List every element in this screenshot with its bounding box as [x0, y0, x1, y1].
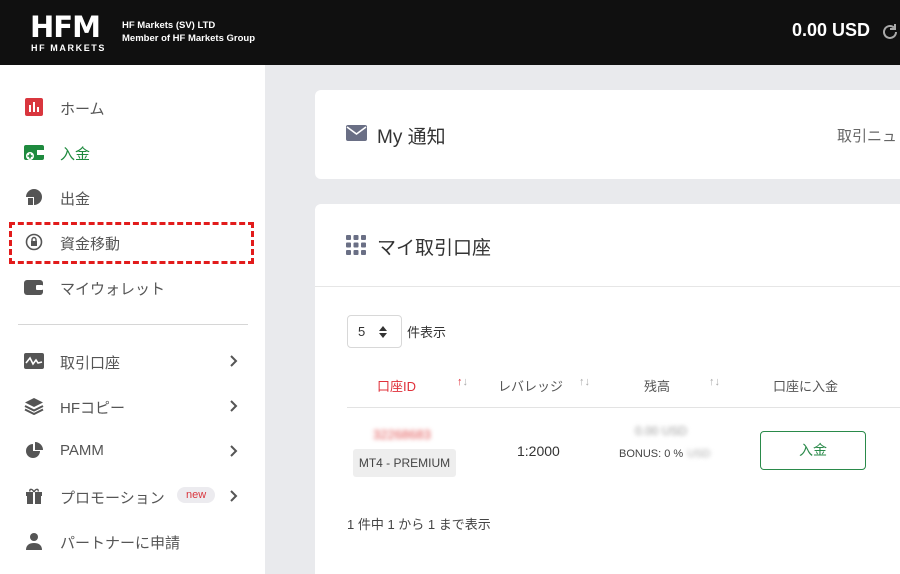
- chevron-right-icon: [230, 445, 238, 457]
- chevron-right-icon: [230, 490, 238, 502]
- account-id[interactable]: 32268683: [373, 427, 431, 442]
- layers-icon: [23, 396, 45, 416]
- sidebar-item-promotions[interactable]: プロモーション new: [0, 476, 265, 516]
- sidebar-item-partner[interactable]: パートナーに申請: [0, 521, 265, 561]
- sidebar-item-withdraw[interactable]: 出金: [0, 177, 265, 217]
- column-balance[interactable]: 残高: [644, 376, 670, 395]
- sidebar-item-label: 入金: [60, 146, 91, 163]
- sidebar-item-hfcopy[interactable]: HFコピー: [0, 386, 265, 426]
- sidebar-item-deposit[interactable]: 入金: [0, 132, 265, 172]
- refresh-icon[interactable]: [880, 22, 900, 42]
- wallet-icon: [23, 277, 45, 297]
- bonus-currency: USD: [687, 448, 711, 460]
- sidebar-item-label: ホーム: [60, 101, 105, 118]
- company-group: Member of HF Markets Group: [122, 33, 256, 44]
- sidebar-item-label: PAMM: [60, 442, 104, 459]
- sidebar-item-label: マイウォレット: [60, 281, 166, 298]
- table-divider: [347, 407, 900, 408]
- per-page-select[interactable]: 5: [347, 315, 402, 348]
- pie-icon: [23, 441, 45, 461]
- card-divider: [315, 286, 900, 287]
- sort-arrows-icon: [379, 326, 387, 338]
- pulse-icon: [23, 351, 45, 371]
- notifications-title: My 通知: [377, 127, 446, 148]
- sidebar-item-label: 取引口座: [60, 355, 121, 372]
- sort-icon[interactable]: ↑↓: [579, 376, 590, 388]
- sidebar: ホーム 入金 出金 資金移動 マイウォレット 取引口座 HFコピー PAMM プ…: [0, 65, 265, 574]
- account-type-badge: MT4 - PREMIUM: [353, 449, 456, 477]
- company-name: HF Markets (SV) LTD: [122, 20, 216, 31]
- deposit-button[interactable]: 入金: [760, 431, 866, 470]
- logo-text: HFM: [30, 10, 101, 44]
- gift-icon: [23, 486, 45, 506]
- sidebar-divider: [18, 324, 248, 325]
- account-balance: 0.00 USD: [792, 20, 871, 40]
- grid-icon: [346, 235, 366, 255]
- sidebar-item-label: パートナーに申請: [60, 535, 181, 552]
- accounts-title: マイ取引口座: [377, 238, 492, 259]
- column-deposit: 口座に入金: [773, 379, 839, 394]
- leverage-value: 1:2000: [517, 443, 560, 459]
- chevron-right-icon: [230, 400, 238, 412]
- per-page-value: 5: [358, 324, 366, 339]
- envelope-icon: [346, 125, 367, 141]
- bonus-info: BONUS: 0 % USD: [619, 448, 710, 460]
- company-info: HF Markets (SV) LTD Member of HF Markets…: [122, 19, 255, 45]
- user-icon: [23, 531, 45, 551]
- sidebar-item-label: HFコピー: [60, 400, 125, 417]
- wallet-out-icon: [23, 187, 45, 207]
- trading-accounts-card: マイ取引口座 5 件表示 口座ID ↑↓ レバレッジ ↑↓ 残高 ↑↓ 口座に入…: [315, 204, 900, 574]
- trading-news-link[interactable]: 取引ニュ: [837, 125, 897, 146]
- bonus-label: BONUS: 0 %: [619, 448, 684, 460]
- sidebar-item-trading-accounts[interactable]: 取引口座: [0, 341, 265, 381]
- wallet-plus-icon: [23, 142, 45, 162]
- balance-value: 0.00 USD: [635, 424, 688, 438]
- sidebar-item-label: プロモーション: [60, 490, 165, 507]
- column-leverage[interactable]: レバレッジ: [498, 376, 563, 395]
- top-bar: HFM HF MARKETS HF Markets (SV) LTD Membe…: [0, 0, 900, 65]
- notifications-card: My 通知 取引ニュ: [315, 90, 900, 179]
- sidebar-item-my-wallet[interactable]: マイウォレット: [0, 267, 265, 307]
- chevron-right-icon: [230, 355, 238, 367]
- sidebar-item-home[interactable]: ホーム: [0, 87, 265, 127]
- new-badge: new: [177, 487, 216, 503]
- hfm-logo[interactable]: HFM HF MARKETS: [30, 12, 112, 54]
- sort-icon[interactable]: ↑↓: [457, 376, 468, 388]
- sort-icon[interactable]: ↑↓: [709, 376, 720, 388]
- per-page-label: 件表示: [407, 325, 447, 340]
- chart-bar-icon: [23, 97, 45, 117]
- column-account-id[interactable]: 口座ID: [377, 376, 416, 395]
- logo-subtext: HF MARKETS: [31, 43, 106, 53]
- sidebar-item-label: 出金: [60, 191, 91, 208]
- highlight-box: [9, 222, 254, 264]
- table-info: 1 件中 1 から 1 まで表示: [347, 517, 491, 532]
- sidebar-item-pamm[interactable]: PAMM: [0, 431, 265, 471]
